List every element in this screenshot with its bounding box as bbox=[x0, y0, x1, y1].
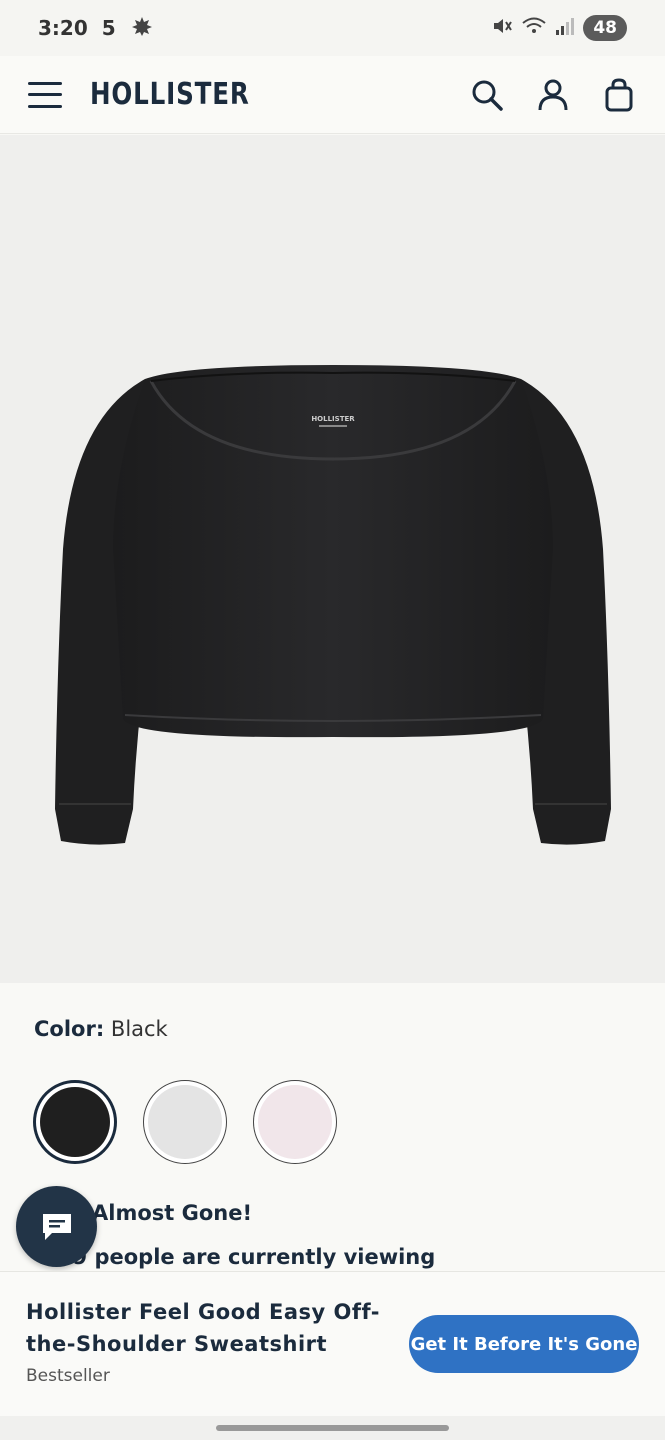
swatch-light-pink[interactable] bbox=[253, 1080, 337, 1164]
battery-indicator: 48 bbox=[583, 15, 627, 41]
chat-button[interactable] bbox=[16, 1186, 97, 1267]
product-title: Hollister Feel Good Easy Off-the-Shoulde… bbox=[26, 1300, 380, 1356]
app-notification-icon bbox=[130, 15, 154, 42]
urgency-message: Almost Gone! bbox=[92, 1201, 253, 1225]
product-details: Color: Black Almost Gone! 6 39 people ar… bbox=[0, 983, 665, 1273]
color-selection-label: Color: Black bbox=[34, 1017, 168, 1041]
header-actions bbox=[469, 77, 637, 113]
status-left: 3:20 5 bbox=[38, 15, 154, 42]
viewing-count: 6 39 people are currently viewing bbox=[36, 1245, 436, 1269]
search-icon[interactable] bbox=[469, 77, 505, 113]
sweatshirt-image: HOLLISTER bbox=[54, 365, 611, 845]
chat-icon bbox=[42, 1213, 71, 1240]
swatch-black[interactable] bbox=[33, 1080, 117, 1164]
menu-icon[interactable] bbox=[28, 81, 62, 108]
notification-count: 5 bbox=[101, 16, 116, 40]
gesture-navigation bbox=[0, 1416, 665, 1440]
sticky-purchase-bar: Hollister Feel Good Easy Off-the-Shoulde… bbox=[0, 1271, 665, 1416]
get-it-button[interactable]: Get It Before It's Gone bbox=[409, 1315, 639, 1373]
bestseller-badge: Bestseller bbox=[26, 1366, 110, 1386]
account-icon[interactable] bbox=[535, 77, 571, 113]
status-right: 48 bbox=[491, 15, 627, 41]
clock: 3:20 bbox=[38, 16, 88, 40]
signal-icon bbox=[555, 16, 575, 40]
color-value: Black bbox=[110, 1017, 168, 1041]
swatch-light-grey[interactable] bbox=[143, 1080, 227, 1164]
color-label: Color: bbox=[34, 1017, 105, 1041]
bag-icon[interactable] bbox=[601, 77, 637, 113]
site-header: HOLLISTER bbox=[0, 56, 665, 134]
wifi-icon bbox=[521, 15, 547, 41]
mute-icon bbox=[491, 15, 513, 41]
swatch-light-grey-fill bbox=[148, 1085, 222, 1159]
swatch-black-fill bbox=[40, 1087, 110, 1157]
garment-tag-text: HOLLISTER bbox=[311, 415, 355, 423]
home-gesture-pill[interactable] bbox=[216, 1425, 449, 1431]
brand-logo[interactable]: HOLLISTER bbox=[90, 77, 250, 112]
swatch-light-pink-fill bbox=[258, 1085, 332, 1159]
color-swatches bbox=[33, 1080, 337, 1164]
status-bar: 3:20 5 48 bbox=[0, 0, 665, 56]
product-image[interactable]: HOLLISTER bbox=[0, 135, 665, 983]
